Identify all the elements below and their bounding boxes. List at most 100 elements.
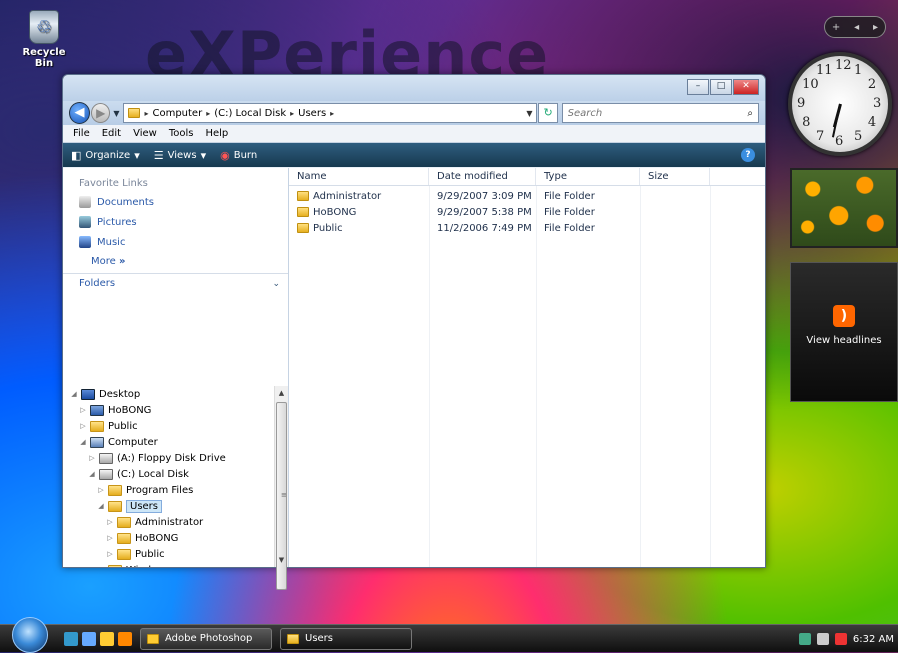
expand-toggle-icon[interactable]: ▷ xyxy=(105,534,115,542)
chevron-right-icon[interactable]: ▸ xyxy=(330,109,334,118)
fav-link-label: Pictures xyxy=(97,216,137,228)
search-input[interactable] xyxy=(567,107,748,119)
expand-toggle-icon[interactable]: ◢ xyxy=(96,502,106,510)
recycle-bin-desktop-icon[interactable]: Recycle Bin xyxy=(14,10,74,69)
fav-link-music[interactable]: Music xyxy=(63,232,288,252)
volume-icon[interactable] xyxy=(834,633,847,645)
maximize-button[interactable]: □ xyxy=(710,79,732,95)
expand-toggle-icon[interactable]: ▷ xyxy=(87,454,97,462)
breadcrumb-local-disk[interactable]: (C:) Local Disk xyxy=(214,108,286,119)
recent-pages-dropdown[interactable]: ▼ xyxy=(113,109,119,118)
chevron-down-icon: ▾ xyxy=(200,148,207,162)
clock-time[interactable]: 6:32 AM xyxy=(853,634,894,645)
folder-icon xyxy=(117,516,131,528)
add-gadget-button[interactable]: + xyxy=(832,22,840,33)
column-size[interactable]: Size xyxy=(640,168,710,185)
fav-link-pictures[interactable]: Pictures xyxy=(63,212,288,232)
menu-file[interactable]: File xyxy=(73,128,90,139)
menu-view[interactable]: View xyxy=(133,128,157,139)
show-desktop-icon[interactable] xyxy=(64,631,78,646)
tree-node[interactable]: ▷ Public xyxy=(63,418,274,434)
file-row[interactable]: HoBONG 9/29/2007 5:38 PM File Folder xyxy=(289,204,765,220)
search-box[interactable]: ⌕ xyxy=(561,103,760,123)
file-row[interactable]: Administrator 9/29/2007 3:09 PM File Folde… xyxy=(289,188,765,204)
explorer-quicklaunch-icon[interactable] xyxy=(100,631,114,646)
tree-node[interactable]: ▷ HoBONG xyxy=(63,402,274,418)
organize-button[interactable]: ◧ Organize ▾ xyxy=(71,149,140,162)
scroll-up-arrow[interactable]: ▲ xyxy=(275,386,288,400)
burn-icon: ◉ xyxy=(220,148,230,162)
double-chevron-icon: » xyxy=(118,256,126,267)
column-date-modified[interactable]: Date modified xyxy=(429,168,536,185)
tree-node[interactable]: ◢ Desktop xyxy=(63,386,274,402)
folder-icon xyxy=(108,500,122,512)
help-icon[interactable]: ? xyxy=(741,148,755,162)
slideshow-gadget[interactable] xyxy=(790,168,898,248)
network-icon[interactable] xyxy=(816,633,829,645)
tree-node[interactable]: ▷ (A:) Floppy Disk Drive xyxy=(63,450,274,466)
clock-gadget[interactable]: 12 1 2 3 4 5 6 7 8 9 10 11 xyxy=(788,52,892,156)
tree-scrollbar[interactable]: ▲ ≡ ▼ xyxy=(274,386,288,590)
file-row[interactable]: Public 11/2/2006 7:49 PM File Folder xyxy=(289,220,765,236)
more-links[interactable]: More » xyxy=(63,252,288,271)
comp-icon xyxy=(90,436,104,448)
tree-node-label: (A:) Floppy Disk Drive xyxy=(117,452,226,464)
column-name[interactable]: Name xyxy=(289,168,429,185)
switch-windows-icon[interactable] xyxy=(82,631,96,646)
chevron-right-icon[interactable]: ▸ xyxy=(144,109,148,118)
menu-help[interactable]: Help xyxy=(205,128,228,139)
tree-node[interactable]: ◢ (C:) Local Disk xyxy=(63,466,274,482)
breadcrumb-computer[interactable]: Computer xyxy=(152,108,202,119)
tray-app-icon[interactable] xyxy=(798,633,811,645)
expand-toggle-icon[interactable]: ◢ xyxy=(87,470,97,478)
address-history-dropdown[interactable]: ▼ xyxy=(526,109,532,118)
expand-toggle-icon[interactable]: ▷ xyxy=(78,406,88,414)
tree-node[interactable]: ▷ Program Files xyxy=(63,482,274,498)
folder-icon xyxy=(117,532,131,544)
sidebar-next-button[interactable]: ▸ xyxy=(873,22,878,33)
task-photoshop[interactable]: Adobe Photoshop xyxy=(140,627,272,650)
back-button[interactable]: ◀ xyxy=(69,102,91,124)
column-type[interactable]: Type xyxy=(536,168,640,185)
tree-node[interactable]: ◢ Computer xyxy=(63,434,274,450)
menu-tools[interactable]: Tools xyxy=(169,128,194,139)
expand-toggle-icon[interactable]: ◢ xyxy=(69,390,79,398)
burn-button[interactable]: ◉ Burn xyxy=(220,149,257,162)
address-bar[interactable]: ▸ Computer ▸ (C:) Local Disk ▸ Users ▸ ▼ xyxy=(123,103,538,123)
fav-link-documents[interactable]: Documents xyxy=(63,192,288,212)
folder-icon xyxy=(297,191,309,201)
media-quicklaunch-icon[interactable] xyxy=(118,631,132,646)
title-bar[interactable]: – □ ✕ xyxy=(63,75,765,101)
folders-header[interactable]: Folders ⌄ xyxy=(63,273,288,293)
tree-node[interactable]: ▷ HoBONG xyxy=(63,530,274,546)
close-button[interactable]: ✕ xyxy=(733,79,759,95)
desk-icon xyxy=(81,388,95,400)
folder-icon xyxy=(108,564,122,567)
tree-node[interactable]: ▷ Public xyxy=(63,546,274,562)
expand-toggle-icon[interactable]: ▷ xyxy=(96,486,106,494)
refresh-button[interactable]: ↻ xyxy=(538,103,558,123)
expand-toggle-icon[interactable]: ◢ xyxy=(78,438,88,446)
task-users[interactable]: Users xyxy=(280,627,412,650)
chevron-right-icon[interactable]: ▸ xyxy=(206,109,210,118)
views-button[interactable]: ☰ Views ▾ xyxy=(154,149,206,162)
feed-headlines-gadget[interactable]: ) View headlines xyxy=(790,262,898,402)
sidebar-prev-button[interactable]: ◂ xyxy=(854,22,859,33)
breadcrumb-users[interactable]: Users xyxy=(298,108,326,119)
tree-node[interactable]: ▷ Windows xyxy=(63,562,274,567)
minimize-button[interactable]: – xyxy=(687,79,709,95)
quick-launch xyxy=(64,631,132,646)
menu-edit[interactable]: Edit xyxy=(102,128,121,139)
scroll-down-arrow[interactable]: ▼ xyxy=(275,553,288,567)
expand-toggle-icon[interactable]: ▷ xyxy=(105,518,115,526)
clock-number: 9 xyxy=(797,96,806,111)
expand-toggle-icon[interactable]: ▷ xyxy=(78,422,88,430)
search-icon[interactable]: ⌕ xyxy=(747,108,753,119)
tree-node[interactable]: ▷ Administrator xyxy=(63,514,274,530)
expand-toggle-icon[interactable]: ▷ xyxy=(105,550,115,558)
start-button[interactable] xyxy=(12,616,48,653)
chevron-right-icon[interactable]: ▸ xyxy=(290,109,294,118)
forward-button[interactable]: ▶ xyxy=(91,103,111,123)
expand-toggle-icon[interactable]: ▷ xyxy=(96,566,106,567)
tree-node[interactable]: ◢ Users xyxy=(63,498,274,514)
